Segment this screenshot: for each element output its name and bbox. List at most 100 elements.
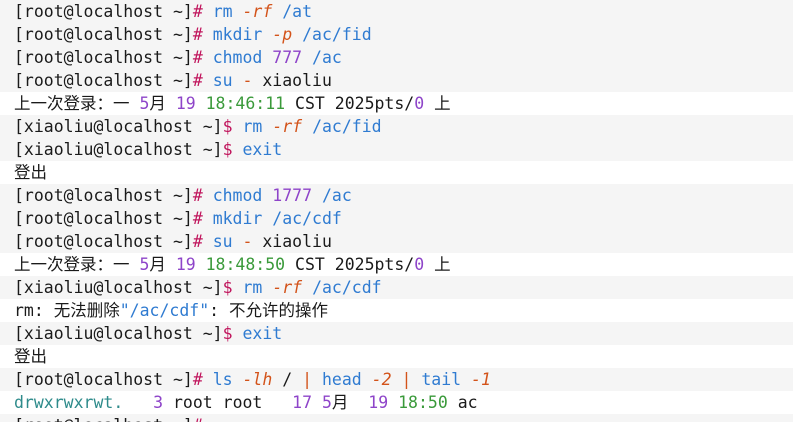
terminal-text-span: ac: [447, 393, 478, 412]
terminal-text-span: 登出: [14, 347, 47, 366]
terminal-text-span: 月: [149, 94, 176, 113]
terminal-text-span: 0: [414, 255, 425, 274]
terminal-text-span: [xiaoliu@localhost ~]: [14, 324, 223, 343]
terminal-text-span: 月: [149, 255, 176, 274]
terminal-text-span: [root@localhost ~]: [14, 25, 193, 44]
terminal-text-span: [312, 393, 322, 412]
terminal-text-span: rm: [212, 2, 243, 21]
terminal-text-span: 0: [414, 94, 425, 113]
terminal-text-span: su: [212, 232, 243, 251]
terminal-text-span: #: [192, 25, 213, 44]
terminal-output-line: 上一次登录：一 5月 19 18:46:11 CST 2025pts/0 上: [0, 92, 793, 115]
terminal-command-line: [root@localhost ~]# chmod 1777 /ac: [0, 184, 793, 207]
terminal-command-line: [root@localhost ~]# rm -rf /at: [0, 0, 793, 23]
terminal-text-span: drwxrwxrwt.: [14, 393, 124, 412]
terminal-text-span: rm: [242, 117, 273, 136]
terminal-text-span: exit: [242, 140, 283, 159]
terminal-text-span: /: [282, 370, 303, 389]
terminal-command-line: [root@localhost ~]# chmod 777 /ac: [0, 46, 793, 69]
terminal-text-span: /at: [282, 2, 313, 21]
terminal-text-span: $: [222, 324, 243, 343]
terminal-text-span: su: [212, 71, 243, 90]
terminal-text-span: [123, 393, 153, 412]
terminal-output-line: 登出: [0, 161, 793, 184]
terminal-text-span: tail: [421, 370, 472, 389]
terminal-text-span: -rf: [272, 278, 313, 297]
terminal-output-line: 上一次登录：一 5月 19 18:48:50 CST 2025pts/0 上: [0, 253, 793, 276]
terminal-text-span: [xiaoliu@localhost ~]: [14, 117, 223, 136]
terminal-text-span: xiaoliu: [262, 71, 332, 90]
terminal-text-span: $: [222, 117, 243, 136]
terminal-text-span: CST 2025pts/: [295, 255, 415, 274]
terminal-text-span: rm: [242, 278, 273, 297]
terminal-text-span: xiaoliu: [262, 232, 332, 251]
terminal-text-span: /ac/fid: [312, 117, 382, 136]
terminal-text-span: [root@localhost ~]: [14, 2, 193, 21]
terminal-output-line: 登出: [0, 345, 793, 368]
terminal-text-span: 19: [175, 94, 206, 113]
terminal-text-span: exit: [242, 324, 283, 343]
terminal-text-span: 5: [139, 94, 150, 113]
terminal-text-span: [xiaoliu@localhost ~]: [14, 140, 223, 159]
terminal-text-span: [xiaoliu@localhost ~]: [14, 278, 223, 297]
terminal-text-span: ls: [212, 370, 243, 389]
terminal-text-span: /ac/fid: [302, 25, 372, 44]
terminal-text-span: #: [192, 48, 213, 67]
terminal-text-span: "/ac/cdf": [119, 301, 210, 320]
terminal-text-span: root root: [163, 393, 293, 412]
terminal-command-line: [root@localhost ~]# mkdir /ac/cdf: [0, 207, 793, 230]
terminal-command-line: [root@localhost ~]# ls -lh / | head -2 |…: [0, 368, 793, 391]
terminal-text-span: |: [401, 370, 422, 389]
terminal-text-span: 上一次登录：一: [14, 94, 140, 113]
terminal-text-span: rm: [14, 301, 34, 320]
terminal-text-span: 登出: [14, 163, 47, 182]
terminal-text-span: 5: [321, 393, 332, 412]
terminal-text-span: /ac/cdf: [272, 209, 342, 228]
terminal-text-span: 上: [424, 94, 451, 113]
terminal-text-span: 3: [153, 393, 164, 412]
terminal-text-span: 18:46:11: [205, 94, 296, 113]
terminal-command-line: [xiaoliu@localhost ~]$ exit: [0, 322, 793, 345]
terminal-text-span: 上: [424, 255, 451, 274]
terminal-text-span: head: [322, 370, 372, 389]
terminal-text-span: /ac/cdf: [312, 278, 382, 297]
terminal-text-span: #: [192, 370, 213, 389]
terminal-text-span: [root@localhost ~]: [14, 232, 193, 251]
terminal-text-span: -p: [272, 25, 303, 44]
terminal-text-span: |: [302, 370, 322, 389]
terminal-text-span: 5: [139, 255, 150, 274]
terminal-text-span: 18:50: [398, 393, 448, 412]
terminal-output-line: drwxrwxrwt. 3 root root 17 5月 19 18:50 a…: [0, 391, 793, 414]
terminal-text-span: -rf: [242, 2, 283, 21]
terminal-text-span: #: [192, 71, 213, 90]
terminal-text-span: #: [193, 416, 213, 422]
terminal-text-span: [root@localhost ~]: [14, 186, 193, 205]
terminal-text-span: -: [242, 232, 263, 251]
terminal-text-span: -1: [471, 370, 491, 389]
terminal-command-line: [xiaoliu@localhost ~]$ exit: [0, 138, 793, 161]
terminal-command-line: [root@localhost ~]# su - xiaoliu: [0, 69, 793, 92]
terminal-text-span: $: [222, 278, 243, 297]
terminal-text-span: chmod: [212, 48, 273, 67]
terminal-command-line: [xiaoliu@localhost ~]$ rm -rf /ac/cdf: [0, 276, 793, 299]
terminal-text-span: #: [192, 209, 213, 228]
terminal-output-line: rm: 无法删除"/ac/cdf": 不允许的操作: [0, 299, 793, 322]
terminal-text-span: 777: [272, 48, 313, 67]
terminal-text-span: mkdir: [212, 25, 273, 44]
terminal-text-span: 19: [368, 393, 389, 412]
terminal-text-span: /ac: [312, 48, 342, 67]
terminal-text-span: [388, 393, 398, 412]
terminal-command-line: [root@localhost ~]# mkdir -p /ac/fid: [0, 23, 793, 46]
terminal-command-line: [xiaoliu@localhost ~]$ rm -rf /ac/fid: [0, 115, 793, 138]
terminal-text-span: : 无法删除: [33, 301, 120, 320]
terminal-text-span: [root@localhost ~]: [14, 370, 193, 389]
terminal-text-span: [root@localhost ~]: [14, 209, 193, 228]
terminal-text-span: mkdir: [212, 209, 273, 228]
terminal-text-span: 17: [292, 393, 313, 412]
terminal-text-span: 19: [175, 255, 206, 274]
terminal-text-span: CST 2025pts/: [295, 94, 415, 113]
terminal-window[interactable]: [root@localhost ~]# rm -rf /at [root@loca…: [0, 0, 793, 422]
terminal-text-span: #: [192, 232, 213, 251]
terminal-text-span: 1777: [272, 186, 322, 205]
terminal-text-span: [root@localhost ~]: [14, 71, 193, 90]
